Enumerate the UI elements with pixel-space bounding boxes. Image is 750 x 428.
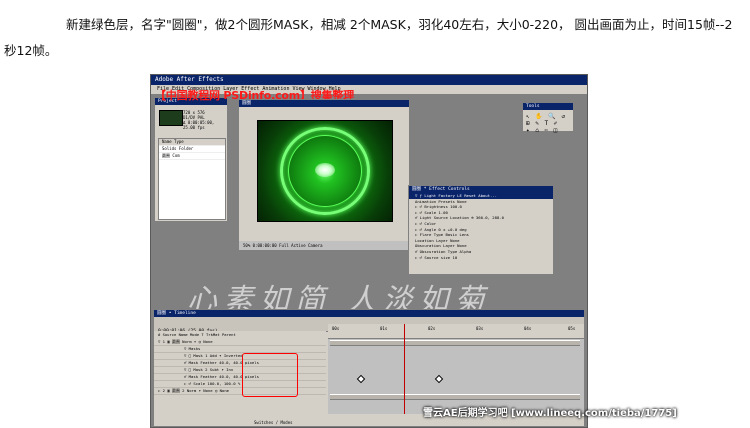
layer-list: ▽ 1 ▣ 圆圈 Norm ▾ ◎ None ▽ Masks ▽ □ Mask … (154, 339, 326, 395)
composition-canvas[interactable] (257, 120, 393, 222)
project-list-header: Name Type (159, 139, 225, 146)
ruler-tick: 02s (428, 326, 436, 331)
effect-row[interactable]: ▷ ♂ Source size 10 (409, 255, 553, 261)
timeline-graph[interactable]: 00s 01s 02s 03s 04s 05s (328, 324, 584, 414)
watermark-bottom: 雪云AE后期学习吧 [www.lineeq.com/tieba/1775] (423, 408, 677, 419)
after-effects-screenshot: Adobe After Effects File Edit Compositio… (150, 74, 588, 428)
effect-controls-title: 圆圈 * Effect Controls (409, 186, 553, 193)
list-item[interactable]: 圆圈 Com (159, 153, 225, 160)
timeline-footer[interactable]: Switches / Modes (154, 419, 584, 426)
ruler-tick: 01s (380, 326, 388, 331)
tools-panel: Tools ↖ ✋ 🔍 ↺ ⊞ ✎ T ✐ ✦ ⌂ ✂ ◫ (522, 102, 574, 134)
keyframe-icon[interactable] (356, 374, 366, 384)
project-panel: Project 720 x 576 D1/DV PAL Δ 0:00:05:00… (154, 97, 228, 222)
article-paragraph: 新建绿色层，名字"圆圈"，做2个圆形MASK，相减 2个MASK，羽化40左右，… (4, 17, 733, 58)
table-row[interactable]: ▷ ♂ Scale 100.0, 100.0 % (154, 381, 326, 388)
tool-icons[interactable]: ↖ ✋ 🔍 ↺ ⊞ ✎ T ✐ ✦ ⌂ ✂ ◫ (526, 113, 566, 134)
highlight-annotation (242, 353, 298, 397)
keyframe-icon[interactable] (434, 374, 444, 384)
layer-bar[interactable] (330, 394, 580, 400)
effect-controls-panel: 圆圈 * Effect Controls ▽ ƒ Light Factory L… (408, 185, 554, 275)
table-row[interactable]: ♂ Mask Feather 40.0, 40.0 pixels (154, 374, 326, 381)
timeline-title: 圆圈 • Timeline (154, 310, 584, 317)
ruler-tick: 05s (568, 326, 576, 331)
composition-footer[interactable]: 50% 0:00:00:00 Full Active Camera (239, 241, 409, 250)
ruler-tick: 03s (476, 326, 484, 331)
list-item[interactable]: Solids Folder (159, 146, 225, 153)
project-info: 720 x 576 D1/DV PAL Δ 0:00:05:00, 25.00 … (183, 110, 215, 130)
timeline-columns: # Source Name Mode T TrkMat Parent (154, 331, 326, 339)
project-list: Name Type Solids Folder 圆圈 Com (158, 138, 226, 220)
table-row[interactable]: ▽ □ Mask 2 Subt ▾ Inv (154, 367, 326, 374)
current-time-indicator[interactable] (404, 324, 405, 414)
composition-panel: 圆圈 50% 0:00:00:00 Full Active Camera (238, 99, 410, 251)
time-ruler[interactable]: 00s 01s 02s 03s 04s 05s (328, 324, 584, 339)
composition-title: 圆圈 (239, 100, 409, 107)
ruler-tick: 00s (332, 326, 340, 331)
project-thumbnail (159, 110, 183, 126)
layer-bar[interactable] (330, 340, 580, 346)
window-title: Adobe After Effects (151, 75, 587, 85)
table-row[interactable]: ♂ Mask Feather 40.0, 40.0 pixels (154, 360, 326, 367)
tools-title: Tools (523, 103, 573, 110)
table-row[interactable]: ▽ 1 ▣ 圆圈 Norm ▾ ◎ None (154, 339, 326, 346)
ruler-tick: 04s (524, 326, 532, 331)
table-row[interactable]: ▽ □ Mask 1 Add ▾ Inverted (154, 353, 326, 360)
light-flare (315, 163, 335, 177)
table-row[interactable]: ▷ 2 ▣ 圆圈 2 Norm ▾ None ◎ None (154, 388, 326, 395)
table-row[interactable]: ▽ Masks (154, 346, 326, 353)
